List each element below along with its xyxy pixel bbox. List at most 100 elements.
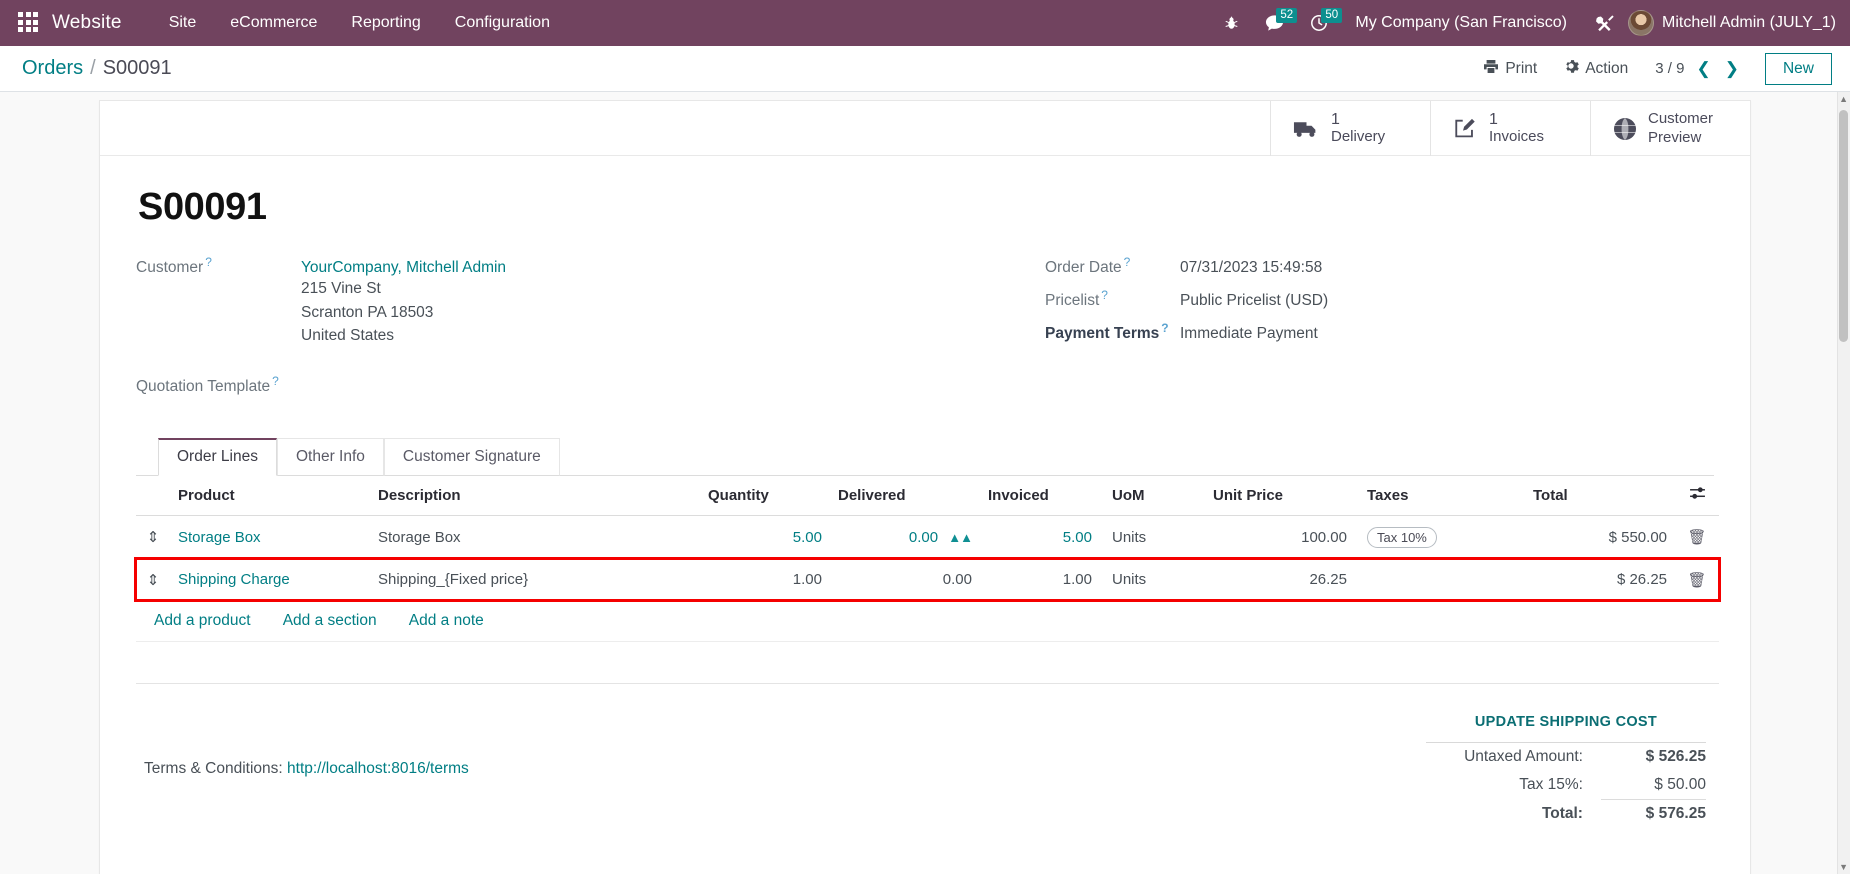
user-menu[interactable]: Mitchell Admin (JULY_1) — [1662, 14, 1836, 32]
field-customer-value-group: YourCompany, Mitchell Admin 215 Vine St … — [301, 259, 506, 348]
help-icon[interactable]: ? — [1161, 321, 1168, 335]
apps-grid-icon[interactable] — [18, 12, 40, 34]
field-quotation-template: Quotation Template? — [136, 374, 895, 396]
stat-customer-preview-line2: Preview — [1648, 128, 1702, 146]
row-delivered[interactable]: 0.00 ▲▲ — [830, 515, 980, 560]
fields-left-column: Customer? YourCompany, Mitchell Admin 21… — [136, 255, 925, 402]
user-avatar[interactable] — [1628, 10, 1655, 36]
menu-item-site[interactable]: Site — [152, 0, 214, 46]
menu-item-reporting[interactable]: Reporting — [334, 0, 437, 46]
notebook: Order Lines Other Info Customer Signatur… — [134, 437, 1721, 684]
row-unit-price[interactable]: 26.25 — [1205, 559, 1355, 601]
order-lines-table: Product Description Quantity Delivered I… — [134, 475, 1721, 684]
action-button[interactable]: Action — [1550, 58, 1641, 79]
help-icon[interactable]: ? — [1101, 288, 1108, 302]
chart-icon[interactable]: ▲▲ — [948, 530, 973, 545]
field-payment-terms: Payment Terms? Immediate Payment — [1045, 321, 1714, 343]
help-icon[interactable]: ? — [1124, 255, 1131, 269]
row-delivered[interactable]: 0.00 — [830, 559, 980, 601]
row-product[interactable]: Shipping Charge — [170, 559, 370, 601]
add-a-product-link[interactable]: Add a product — [154, 612, 251, 629]
chevron-left-icon[interactable]: ❮ — [1694, 59, 1712, 79]
customer-address-line-1: 215 Vine St — [301, 280, 381, 298]
delete-row-button[interactable]: 🗑 — [1675, 515, 1719, 560]
stat-button-delivery[interactable]: 1 Delivery — [1270, 101, 1430, 156]
stat-button-customer-preview[interactable]: Customer Preview — [1590, 101, 1750, 156]
tax-label: Tax 15%: — [1519, 776, 1583, 794]
tab-customer-signature[interactable]: Customer Signature — [383, 437, 560, 476]
row-description[interactable]: Shipping_{Fixed price} — [370, 559, 700, 601]
totals-row-untaxed: Untaxed Amount: $ 526.25 — [1425, 741, 1706, 771]
col-uom: UoM — [1100, 475, 1205, 516]
row-unit-price[interactable]: 100.00 — [1205, 515, 1355, 560]
print-button[interactable]: Print — [1470, 59, 1550, 79]
col-delivered: Delivered — [830, 475, 980, 516]
tab-other-info[interactable]: Other Info — [276, 437, 384, 476]
field-order-date-value[interactable]: 07/31/2023 15:49:58 — [1180, 259, 1322, 277]
bug-icon[interactable] — [1211, 0, 1252, 46]
pager-counter: 3 / 9 — [1655, 60, 1685, 77]
stat-button-bar: 1 Delivery 1 Invoices Customer Preview — [100, 101, 1750, 156]
sheet-body: S00091 Customer? YourCompany, Mitchell A… — [100, 156, 1750, 838]
wrench-screwdriver-icon[interactable] — [1581, 0, 1628, 46]
scroll-up-arrow[interactable]: ▲ — [1839, 94, 1848, 104]
table-row[interactable]: ⇕ Storage Box Storage Box 5.00 0.00 ▲▲ 5… — [136, 515, 1719, 560]
terms-link[interactable]: http://localhost:8016/terms — [287, 760, 469, 777]
help-icon[interactable]: ? — [272, 374, 279, 388]
drag-handle-icon[interactable]: ⇕ — [136, 515, 170, 560]
messages-icon[interactable]: 52 — [1252, 0, 1298, 46]
chevron-right-icon[interactable]: ❯ — [1723, 59, 1741, 79]
top-navbar: Website Site eCommerce Reporting Configu… — [0, 0, 1850, 46]
col-total: Total — [1525, 475, 1675, 516]
row-uom[interactable]: Units — [1100, 559, 1205, 601]
totals-table: Untaxed Amount: $ 526.25 Tax 15%: $ 50.0… — [1425, 741, 1706, 828]
breadcrumb-orders[interactable]: Orders — [22, 57, 83, 80]
drag-handle-icon[interactable]: ⇕ — [136, 559, 170, 601]
add-a-section-link[interactable]: Add a section — [283, 612, 377, 629]
fields-right-column: Order Date? 07/31/2023 15:49:58 Pricelis… — [925, 255, 1714, 402]
field-quotation-template-label: Quotation Template? — [136, 373, 279, 395]
scrollbar-thumb[interactable] — [1839, 110, 1848, 342]
truck-icon — [1293, 118, 1320, 140]
untaxed-amount-label: Untaxed Amount: — [1425, 741, 1601, 771]
row-taxes[interactable]: Tax 10% — [1355, 515, 1525, 560]
table-row[interactable]: ⇕ Shipping Charge Shipping_{Fixed price}… — [134, 557, 1721, 603]
tab-order-lines[interactable]: Order Lines — [158, 437, 277, 476]
field-payment-terms-value[interactable]: Immediate Payment — [1180, 325, 1318, 343]
untaxed-amount-value: $ 526.25 — [1600, 741, 1706, 771]
row-invoiced[interactable]: 5.00 — [980, 515, 1100, 560]
new-button[interactable]: New — [1764, 52, 1832, 85]
row-product[interactable]: Storage Box — [170, 515, 370, 560]
row-quantity[interactable]: 1.00 — [700, 559, 830, 601]
help-icon[interactable]: ? — [205, 255, 212, 269]
trash-icon: 🗑 — [1687, 571, 1707, 589]
row-uom[interactable]: Units — [1100, 515, 1205, 560]
stat-customer-preview-text: Customer Preview — [1648, 110, 1713, 147]
update-shipping-cost-button[interactable]: UPDATE SHIPPING COST — [1426, 714, 1706, 730]
row-taxes[interactable] — [1355, 559, 1525, 601]
stat-button-invoices[interactable]: 1 Invoices — [1430, 101, 1590, 156]
company-switcher[interactable]: My Company (San Francisco) — [1341, 14, 1581, 32]
activities-clock-icon[interactable]: 50 — [1297, 0, 1343, 46]
field-pricelist-value[interactable]: Public Pricelist (USD) — [1180, 292, 1328, 310]
spacer-row — [136, 641, 1719, 684]
row-quantity[interactable]: 5.00 — [700, 515, 830, 560]
menu-item-ecommerce[interactable]: eCommerce — [213, 0, 334, 46]
scroll-down-arrow[interactable]: ▼ — [1839, 862, 1848, 872]
col-quantity: Quantity — [700, 475, 830, 516]
app-brand[interactable]: Website — [52, 12, 122, 34]
vertical-scrollbar[interactable]: ▲ ▼ — [1837, 92, 1850, 874]
order-lines-header-row: Product Description Quantity Delivered I… — [136, 475, 1719, 516]
action-label: Action — [1585, 59, 1629, 77]
row-invoiced[interactable]: 1.00 — [980, 559, 1100, 601]
row-description[interactable]: Storage Box — [370, 515, 700, 560]
add-links-row: Add a product Add a section Add a note — [136, 600, 1719, 642]
spacer-cell — [136, 641, 1719, 684]
customer-link[interactable]: YourCompany, Mitchell Admin — [301, 259, 506, 277]
optional-columns-toggle[interactable] — [1675, 475, 1719, 516]
add-a-note-link[interactable]: Add a note — [409, 612, 484, 629]
delete-row-button[interactable]: 🗑 — [1675, 559, 1719, 601]
menu-item-configuration[interactable]: Configuration — [438, 0, 567, 46]
stat-delivery-text: 1 Delivery — [1331, 111, 1385, 146]
row-total: $ 26.25 — [1525, 559, 1675, 601]
